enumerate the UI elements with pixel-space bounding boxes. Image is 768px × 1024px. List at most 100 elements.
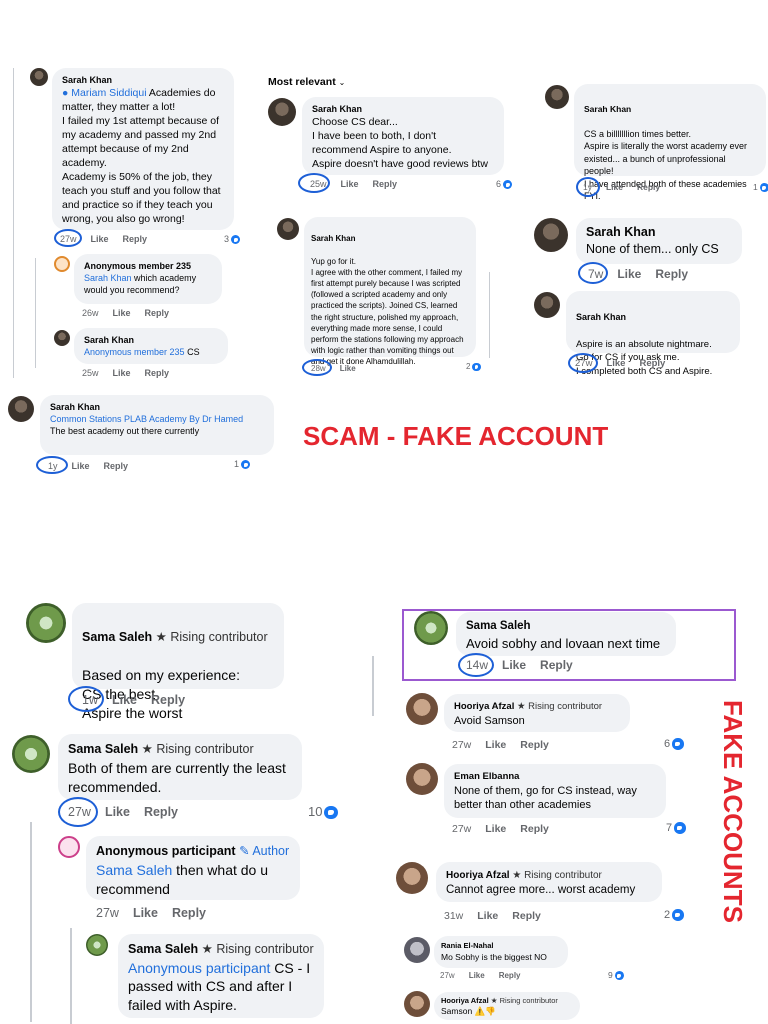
like-button[interactable]: Like [617, 267, 641, 281]
reaction-count[interactable]: 10 [308, 804, 339, 820]
reply-button[interactable]: Reply [655, 267, 688, 281]
commenter-name[interactable]: Hooriya Afzal ★ Rising contributor [454, 700, 620, 714]
sort-dropdown[interactable]: Most relevant ⌄ [268, 76, 345, 88]
anonymous-avatar-icon[interactable] [54, 256, 70, 272]
mention-link[interactable]: Anonymous participant [128, 960, 270, 976]
avatar[interactable] [268, 98, 296, 126]
anonymous-avatar-icon[interactable] [58, 836, 80, 858]
like-button[interactable]: Like [340, 364, 356, 373]
reply-button[interactable]: Reply [145, 368, 170, 378]
commenter-name[interactable]: Hooriya Afzal ★ Rising contributor [441, 995, 573, 1006]
like-button[interactable]: Like [133, 906, 158, 920]
reaction-count[interactable]: 6 [664, 738, 684, 750]
mention-link[interactable]: Sama Saleh [96, 862, 172, 878]
commenter-name[interactable]: Anonymous participant ✎ Author [96, 842, 290, 861]
commenter-name[interactable]: Sama Saleh ★ Rising contributor [82, 628, 274, 647]
reaction-count[interactable]: 2 [664, 909, 684, 921]
reaction-count[interactable]: 7 [666, 822, 686, 834]
avatar[interactable] [396, 862, 428, 894]
scrollbar[interactable] [372, 656, 374, 716]
timestamp[interactable]: 31w [444, 910, 463, 922]
avatar[interactable] [277, 218, 299, 240]
reply-button[interactable]: Reply [123, 234, 148, 244]
avatar[interactable] [406, 693, 438, 725]
comment-bubble: Sarah Khan Aspire is an absolute nightma… [566, 291, 740, 377]
avatar[interactable] [86, 934, 108, 956]
like-button[interactable]: Like [105, 805, 130, 819]
timestamp[interactable]: 27w [440, 971, 455, 980]
avatar[interactable] [404, 991, 430, 1017]
comment-bubble: Sama Saleh ★ Rising contributor Both of … [58, 734, 302, 800]
avatar[interactable] [54, 330, 70, 346]
commenter-name[interactable]: Anonymous member 235 [84, 260, 212, 272]
avatar[interactable] [406, 763, 438, 795]
commenter-name[interactable]: Sarah Khan [312, 103, 494, 115]
commenter-name[interactable]: Hooriya Afzal ★ Rising contributor [446, 868, 652, 883]
reaction-count[interactable]: 9 [608, 970, 624, 981]
reply-button[interactable]: Reply [499, 971, 521, 980]
timestamp[interactable]: 27w [452, 823, 471, 835]
reply-button[interactable]: Reply [144, 805, 178, 819]
commenter-name[interactable]: Sama Saleh ★ Rising contributor [128, 940, 314, 959]
avatar[interactable] [12, 735, 50, 773]
reaction-count[interactable]: 1 [753, 182, 768, 193]
reply-button[interactable]: Reply [172, 906, 206, 920]
commenter-name[interactable]: Sarah Khan [311, 233, 469, 244]
avatar[interactable] [404, 937, 430, 963]
like-button[interactable]: Like [606, 182, 623, 192]
commenter-name[interactable]: Sarah Khan [584, 103, 756, 116]
reaction-count[interactable]: 3 [224, 233, 241, 245]
commenter-name[interactable]: Sama Saleh ★ Rising contributor [68, 740, 292, 759]
comment-meta: 27w Like Reply [96, 906, 220, 920]
commenter-name[interactable]: Sama Saleh [466, 618, 666, 635]
reply-button[interactable]: Reply [639, 358, 665, 369]
avatar[interactable] [534, 218, 568, 252]
reaction-count[interactable]: 1 [234, 458, 251, 470]
like-button[interactable]: Like [113, 308, 131, 318]
mention-link[interactable]: Sarah Khan [84, 273, 132, 283]
avatar[interactable] [8, 396, 34, 422]
reaction-count[interactable]: 2 [466, 362, 481, 372]
reaction-count[interactable]: 6 [496, 178, 513, 190]
reply-button[interactable]: Reply [145, 308, 170, 318]
like-button[interactable]: Like [91, 234, 109, 244]
like-button[interactable]: Like [469, 971, 485, 980]
avatar[interactable] [26, 603, 66, 643]
like-button[interactable]: Like [477, 910, 498, 922]
mention-link[interactable]: Common Stations PLAB Academy By Dr Hamed [50, 413, 264, 425]
like-button[interactable]: Like [113, 368, 131, 378]
mention-link[interactable]: ● Mariam Siddiqui [62, 87, 147, 99]
commenter-name[interactable]: Sarah Khan [576, 311, 730, 325]
avatar[interactable] [30, 68, 48, 86]
timestamp[interactable]: 27w [452, 739, 471, 751]
commenter-name[interactable]: Sarah Khan [62, 74, 224, 86]
like-button[interactable]: Like [112, 693, 137, 707]
commenter-name[interactable]: Sarah Khan [586, 224, 732, 241]
like-button[interactable]: Like [502, 658, 526, 672]
mention-link[interactable]: Anonymous member 235 [84, 347, 185, 357]
reply-button[interactable]: Reply [520, 823, 549, 835]
reply-button[interactable]: Reply [104, 461, 129, 471]
commenter-name[interactable]: Rania El-Nahal [441, 940, 561, 952]
reply-button[interactable]: Reply [512, 910, 541, 922]
scrollbar[interactable] [489, 272, 490, 358]
reply-button[interactable]: Reply [151, 693, 185, 707]
avatar[interactable] [534, 292, 560, 318]
timestamp[interactable]: 27w [96, 906, 119, 920]
reply-button[interactable]: Reply [540, 658, 573, 672]
like-button[interactable]: Like [485, 823, 506, 835]
reply-button[interactable]: Reply [520, 739, 549, 751]
avatar[interactable] [545, 85, 569, 109]
like-button[interactable]: Like [72, 461, 90, 471]
timestamp[interactable]: 26w [82, 308, 99, 318]
like-button[interactable]: Like [606, 358, 625, 369]
commenter-name[interactable]: Sarah Khan [84, 334, 218, 346]
commenter-name[interactable]: Eman Elbanna [454, 770, 656, 784]
reply-button[interactable]: Reply [373, 179, 398, 189]
timestamp[interactable]: 25w [82, 368, 99, 378]
like-button[interactable]: Like [341, 179, 359, 189]
avatar[interactable] [414, 611, 448, 645]
commenter-name[interactable]: Sarah Khan [50, 401, 264, 413]
reply-button[interactable]: Reply [637, 182, 660, 192]
like-button[interactable]: Like [485, 739, 506, 751]
